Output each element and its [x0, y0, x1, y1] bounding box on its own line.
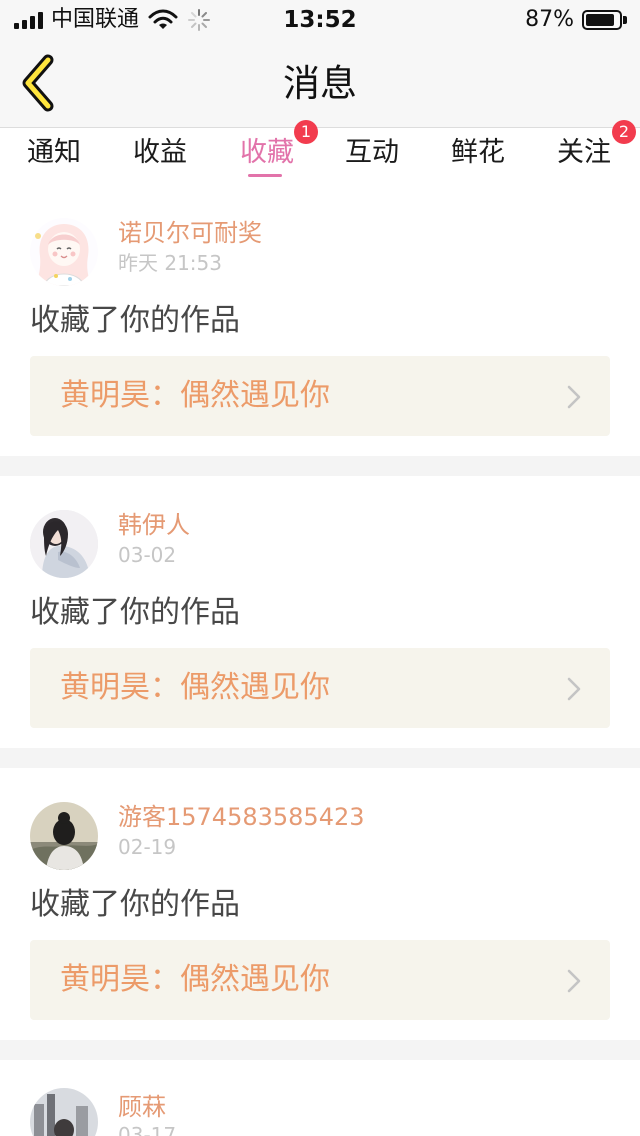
- tab-label: 互动: [345, 137, 399, 168]
- work-title: 黄明昊：偶然遇见你: [60, 378, 330, 413]
- action-text: 收藏了你的作品: [30, 887, 240, 922]
- work-title: 黄明昊：偶然遇见你: [60, 670, 330, 705]
- city-photo-avatar: [30, 1088, 98, 1136]
- tab-interactions[interactable]: 互动: [337, 128, 407, 184]
- user-avatar[interactable]: [30, 802, 98, 870]
- page-title: 消息: [283, 62, 357, 105]
- tab-label: 鲜花: [451, 137, 505, 168]
- work-title: 黄明昊：偶然遇见你: [60, 962, 330, 997]
- chevron-right-icon: [567, 385, 581, 409]
- action-text: 收藏了你的作品: [30, 595, 240, 630]
- tab-following[interactable]: 关注: [549, 128, 619, 184]
- chevron-right-icon: [567, 969, 581, 993]
- girl-photo-avatar: [30, 510, 98, 578]
- message-card: 诺贝尔可耐奖 昨天 21:53 收藏了你的作品 黄明昊：偶然遇见你: [0, 184, 640, 456]
- tab-label: 收藏: [240, 137, 294, 168]
- message-card: 顾菻 03-17: [0, 1060, 640, 1136]
- tab-notifications[interactable]: 通知: [19, 128, 89, 184]
- message-time: 03-17: [118, 1123, 177, 1136]
- battery-body: [582, 10, 622, 30]
- battery-icon: [582, 10, 628, 30]
- status-right: 87%: [525, 6, 628, 34]
- battery-cap: [623, 16, 627, 24]
- user-name[interactable]: 游客1574583585423: [118, 802, 365, 832]
- work-link[interactable]: 黄明昊：偶然遇见你: [30, 356, 610, 436]
- battery-percent: 87%: [525, 7, 574, 32]
- tab-label: 收益: [133, 137, 187, 168]
- message-time: 02-19: [118, 835, 177, 859]
- user-avatar[interactable]: [30, 510, 98, 578]
- message-feed[interactable]: 诺贝尔可耐奖 昨天 21:53 收藏了你的作品 黄明昊：偶然遇见你 韩伊人 03…: [0, 184, 640, 1136]
- user-name[interactable]: 顾菻: [118, 1092, 166, 1122]
- navigation-bar: 消息: [0, 40, 640, 128]
- work-link[interactable]: 黄明昊：偶然遇见你: [30, 940, 610, 1020]
- battery-fill: [586, 14, 614, 26]
- status-bar: 中国联通 13:52 87%: [0, 0, 640, 40]
- anime-girl-avatar: [30, 218, 98, 286]
- tab-earnings[interactable]: 收益: [125, 128, 195, 184]
- active-tab-indicator: [248, 174, 282, 177]
- user-name[interactable]: 诺贝尔可耐奖: [118, 218, 262, 248]
- message-time: 03-02: [118, 543, 177, 567]
- tab-bar: 通知 收益 收藏 1 互动 鲜花 关注 2: [0, 120, 640, 184]
- work-link[interactable]: 黄明昊：偶然遇见你: [30, 648, 610, 728]
- tab-label: 通知: [27, 137, 81, 168]
- user-name[interactable]: 韩伊人: [118, 510, 190, 540]
- user-avatar[interactable]: [30, 1088, 98, 1136]
- message-card: 游客1574583585423 02-19 收藏了你的作品 黄明昊：偶然遇见你: [0, 768, 640, 1040]
- user-avatar[interactable]: [30, 218, 98, 286]
- action-text: 收藏了你的作品: [30, 303, 240, 338]
- tab-flowers[interactable]: 鲜花: [443, 128, 513, 184]
- following-badge: 2: [612, 120, 636, 144]
- tab-label: 关注: [557, 137, 611, 168]
- message-time: 昨天 21:53: [118, 251, 222, 275]
- favorites-badge: 1: [294, 120, 318, 144]
- person-back-avatar: [30, 802, 98, 870]
- chevron-right-icon: [567, 677, 581, 701]
- message-card: 韩伊人 03-02 收藏了你的作品 黄明昊：偶然遇见你: [0, 476, 640, 748]
- tab-favorites[interactable]: 收藏: [232, 128, 302, 184]
